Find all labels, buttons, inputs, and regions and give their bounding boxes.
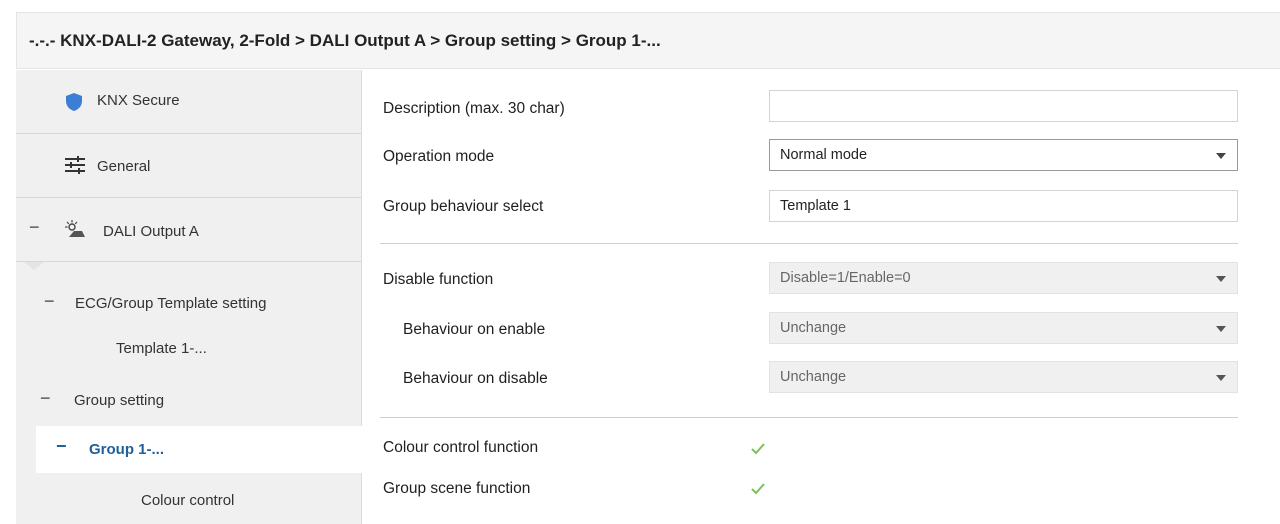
behaviour-disable-value: Unchange (780, 369, 847, 385)
behaviour-enable-value: Unchange (780, 320, 847, 336)
sidebar-item-colour-control[interactable]: Colour control (16, 480, 362, 522)
sidebar-item-general[interactable]: General (16, 134, 362, 198)
group-scene-checkbox[interactable] (748, 479, 768, 499)
shield-icon (66, 93, 82, 111)
behaviour-disable-select[interactable]: Unchange (769, 361, 1238, 393)
group-behaviour-input[interactable]: Template 1 (769, 190, 1238, 222)
chevron-down-icon (1216, 153, 1226, 159)
collapse-icon[interactable]: − (56, 436, 67, 457)
chevron-down-icon (1216, 326, 1226, 332)
section-divider (380, 243, 1238, 244)
sidebar-item-knx-secure[interactable]: KNX Secure (16, 70, 362, 134)
behaviour-enable-label: Behaviour on enable (403, 321, 546, 338)
sidebar-item-label: Colour control (141, 492, 235, 509)
chevron-down-icon (1216, 276, 1226, 282)
sidebar-item-label: Template 1-... (116, 340, 207, 357)
sidebar-item-label: Group 1-... (89, 441, 164, 458)
sidebar-item-template-1[interactable]: Template 1-... (16, 328, 362, 370)
sidebar-item-label: KNX Secure (97, 92, 180, 109)
description-input[interactable] (769, 90, 1238, 122)
operation-mode-value: Normal mode (780, 147, 868, 163)
chevron-down-icon (1216, 375, 1226, 381)
sidebar-item-group-setting[interactable]: − Group setting (16, 380, 362, 422)
disable-function-value: Disable=1/Enable=0 (780, 270, 911, 286)
dali-lamp-icon (65, 220, 85, 237)
sidebar-item-ecg-group-template-setting[interactable]: − ECG/Group Template setting (16, 282, 362, 324)
group-behaviour-label: Group behaviour select (383, 198, 544, 215)
parameter-panel: Description (max. 30 char) Operation mod… (363, 70, 1280, 524)
colour-control-label: Colour control function (383, 439, 539, 456)
sliders-icon (65, 156, 85, 174)
sidebar-item-label: ECG/Group Template setting (75, 295, 267, 312)
breadcrumb-title: -.-.- KNX-DALI-2 Gateway, 2-Fold > DALI … (16, 12, 1280, 69)
section-divider (380, 417, 1238, 418)
selection-notch (24, 262, 44, 270)
operation-mode-label: Operation mode (383, 148, 495, 165)
operation-mode-select[interactable]: Normal mode (769, 139, 1238, 171)
sidebar: KNX Secure General − DALI Output A − ECG… (16, 70, 363, 524)
collapse-icon[interactable]: − (44, 291, 55, 312)
disable-function-label: Disable function (383, 271, 494, 288)
sidebar-item-label: Group setting (74, 392, 165, 409)
colour-control-checkbox[interactable] (748, 439, 768, 459)
disable-function-select[interactable]: Disable=1/Enable=0 (769, 262, 1238, 294)
behaviour-disable-label: Behaviour on disable (403, 370, 548, 387)
sidebar-item-dali-output-a[interactable]: − DALI Output A (16, 198, 362, 262)
behaviour-enable-select[interactable]: Unchange (769, 312, 1238, 344)
sidebar-item-label: DALI Output A (103, 223, 199, 240)
collapse-icon[interactable]: − (40, 388, 51, 409)
group-scene-label: Group scene function (383, 480, 531, 497)
checkmark-icon (751, 443, 765, 455)
checkmark-icon (751, 483, 765, 495)
collapse-icon[interactable]: − (29, 217, 40, 238)
description-label: Description (max. 30 char) (383, 100, 565, 117)
sidebar-item-label: General (97, 158, 151, 175)
sidebar-item-group-1[interactable]: − Group 1-... (36, 426, 363, 473)
